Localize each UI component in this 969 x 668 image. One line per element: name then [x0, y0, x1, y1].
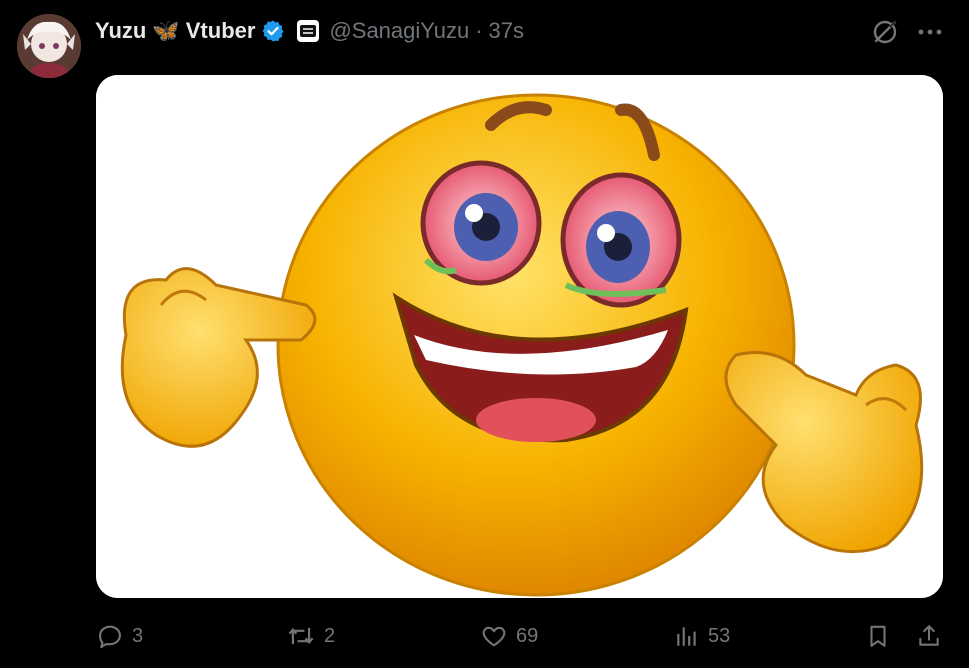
- grok-icon[interactable]: [870, 17, 900, 47]
- avatar[interactable]: [17, 14, 81, 78]
- verified-badge-icon[interactable]: [261, 19, 285, 43]
- reply-icon: [99, 625, 121, 649]
- affiliate-badge-icon[interactable]: [297, 20, 320, 42]
- repost-icon: [288, 627, 314, 645]
- share-button[interactable]: [916, 616, 942, 656]
- views-icon: [677, 627, 696, 646]
- smiley-image: [96, 75, 943, 598]
- views-count: 53: [708, 624, 731, 647]
- more-icon[interactable]: [916, 20, 944, 44]
- repost-count: 2: [324, 624, 336, 647]
- bookmark-icon: [870, 625, 886, 647]
- views-button[interactable]: 53: [674, 616, 730, 656]
- author-name-part1[interactable]: Yuzu: [95, 18, 146, 44]
- tweet-media[interactable]: [96, 75, 943, 598]
- author-handle[interactable]: @SanagiYuzu: [329, 18, 469, 44]
- bookmark-button[interactable]: [865, 616, 891, 656]
- like-count: 69: [516, 624, 539, 647]
- timestamp[interactable]: 37s: [489, 18, 524, 44]
- share-icon: [919, 625, 939, 646]
- tweet-header: Yuzu 🦋 Vtuber @SanagiYuzu · 37s: [95, 14, 524, 48]
- butterfly-emoji: 🦋: [152, 18, 180, 44]
- author-name-part2[interactable]: Vtuber: [186, 18, 256, 44]
- repost-button[interactable]: 2: [286, 616, 335, 656]
- tweet-actions: 3 2 69 53: [0, 616, 969, 656]
- avatar-image: [17, 14, 81, 78]
- reply-button[interactable]: 3: [96, 616, 143, 656]
- reply-count: 3: [132, 624, 144, 647]
- like-icon: [482, 626, 506, 647]
- like-button[interactable]: 69: [480, 616, 538, 656]
- separator-dot: ·: [475, 18, 483, 43]
